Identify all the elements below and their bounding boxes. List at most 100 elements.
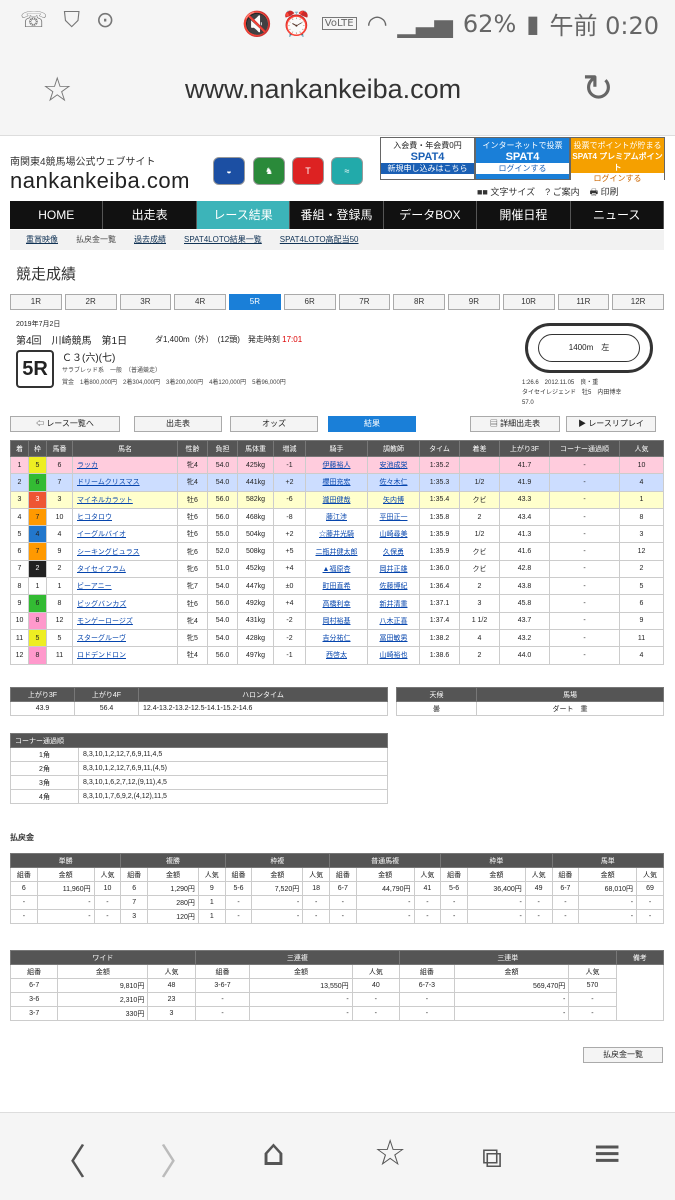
cell-jockey[interactable]: 櫻田充宏 xyxy=(305,473,368,492)
cell-jockey[interactable]: 吉分祐仁 xyxy=(305,628,368,648)
menu-icon[interactable]: ≡ xyxy=(592,1133,622,1174)
subnav-loto-results[interactable]: SPAT4LOTO結果一覧 xyxy=(184,230,262,250)
race-tab[interactable]: 3R xyxy=(119,294,172,310)
cell-horse-name[interactable]: シーキングビュラス xyxy=(72,542,178,561)
subnav-graded-video[interactable]: 重賞映像 xyxy=(26,230,58,250)
cell-trainer[interactable]: 岡井正雄 xyxy=(367,559,420,579)
cell-horse-name[interactable]: タイセイフラム xyxy=(72,559,178,579)
race-tab[interactable]: 6R xyxy=(283,294,336,310)
cell-trainer[interactable]: 山崎裕也 xyxy=(367,646,420,665)
mute-icon: 🔇 xyxy=(241,9,272,38)
race-tab[interactable]: 4R xyxy=(174,294,226,310)
spat4-signup-banner[interactable]: 入会費・年会費0円 SPAT4 新規申し込みはこちら xyxy=(380,137,475,180)
cell-trainer[interactable]: 冨田敏男 xyxy=(367,628,420,648)
subnav-loto-high[interactable]: SPAT4LOTO高配当50 xyxy=(280,230,359,250)
cell-trainer[interactable]: 安池成栄 xyxy=(367,455,420,475)
bookmark-add-icon[interactable]: ☆ xyxy=(374,1133,406,1174)
site-logo[interactable]: 南関東4競馬場公式ウェブサイト nankankeiba.com xyxy=(10,153,190,194)
cell-diff: -1 xyxy=(273,455,306,475)
odds-button[interactable]: オッズ xyxy=(230,416,318,432)
cell-trainer[interactable]: 佐藤博紀 xyxy=(367,577,420,596)
replay-button[interactable]: ▶ レースリプレイ xyxy=(566,416,656,432)
nav-entries[interactable]: 出走表 xyxy=(103,201,197,229)
race-info: 2019年7月2日 第4回 川崎競馬 第1日 ダ1,400m（外） (12頭) … xyxy=(10,315,664,410)
payout-cell: - xyxy=(551,895,580,910)
detail-entry-button[interactable]: ▤ 詳細出走表 xyxy=(470,416,560,432)
funabashi-racecourse-icon[interactable]: T xyxy=(292,157,324,185)
cell-jockey[interactable]: 伊藤裕人 xyxy=(305,455,368,475)
nav-home[interactable]: HOME xyxy=(10,201,104,229)
cell-horse-name[interactable]: ヒコタロウ xyxy=(72,507,178,527)
print-link[interactable]: 🖶 印刷 xyxy=(590,185,619,201)
race-tab[interactable]: 8R xyxy=(393,294,445,310)
cell-trainer[interactable]: 平田正一 xyxy=(367,507,420,527)
race-tab[interactable]: 12R xyxy=(612,294,664,310)
cell-waku: 3 xyxy=(28,490,47,509)
cell-trainer[interactable]: 新井清重 xyxy=(367,594,420,613)
cell-jockey[interactable]: ▲福原杏 xyxy=(305,559,368,579)
cell-horse-name[interactable]: スターグルーヴ xyxy=(72,628,178,648)
race-tab[interactable]: 1R xyxy=(10,294,62,310)
cell-trainer[interactable]: 佐々木仁 xyxy=(367,473,420,492)
cell-jockey[interactable]: 高橋利幸 xyxy=(305,594,368,613)
payout-cell: - xyxy=(466,895,526,910)
entry-button[interactable]: 出走表 xyxy=(134,416,222,432)
kawasaki-racecourse-icon[interactable]: ≈ xyxy=(331,157,363,185)
tabs-icon[interactable]: ⧉ xyxy=(482,1141,502,1175)
cell-jockey[interactable]: 岡村裕基 xyxy=(305,611,368,630)
font-size-link[interactable]: ■■ 文字サイズ xyxy=(477,185,535,201)
forward-icon[interactable]: 〉 xyxy=(160,1133,196,1185)
web-page: 南関東4競馬場公式ウェブサイト nankankeiba.com ◒ ♞ T ≈ … xyxy=(0,137,675,1112)
nav-schedule[interactable]: 開催日程 xyxy=(477,201,571,229)
cell-horse-name[interactable]: ビッグバンカズ xyxy=(72,594,178,613)
race-tab-active[interactable]: 5R xyxy=(229,294,281,310)
cell-horse-name[interactable]: ドリームクリスマス xyxy=(72,473,178,492)
spat4-point-banner[interactable]: 投票でポイントが貯まる SPAT4 プレミアムポイント ログインする xyxy=(570,137,665,184)
cell-jockey[interactable]: ☆藤井光騎 xyxy=(305,525,368,544)
race-tab[interactable]: 7R xyxy=(338,294,391,310)
cell-horse-name[interactable]: ロドデンドロン xyxy=(72,646,178,665)
cell-trainer[interactable]: 八木正喜 xyxy=(367,611,420,630)
race-tab[interactable]: 10R xyxy=(502,294,555,310)
race-tab[interactable]: 11R xyxy=(557,294,610,310)
cell-jockey[interactable]: 西啓太 xyxy=(305,646,368,665)
oi-racecourse-icon[interactable]: ◒ xyxy=(213,157,245,185)
cell-horse-name[interactable]: イーグルバイオ xyxy=(72,525,178,544)
urawa-racecourse-icon[interactable]: ♞ xyxy=(253,157,285,185)
payout-cell: 9 xyxy=(197,881,226,896)
cell-jockey[interactable]: 町田直希 xyxy=(305,577,368,596)
payout-group: 普通馬複 xyxy=(328,853,442,868)
cell-trainer[interactable]: 矢内博 xyxy=(367,490,420,509)
reload-icon[interactable]: ↻ xyxy=(582,66,614,110)
spat4-login-banner[interactable]: インターネットで投票 SPAT4 ログインする xyxy=(475,137,570,180)
home-icon[interactable]: ⌂ xyxy=(262,1133,285,1174)
guide-link[interactable]: ? ご案内 xyxy=(545,185,580,201)
nav-programs[interactable]: 番組・登録馬 xyxy=(290,201,384,229)
cell-jockey[interactable]: 瀧田健哉 xyxy=(305,490,368,509)
cell-sex-age: 牝6 xyxy=(177,542,208,561)
cell-trainer[interactable]: 山崎尋美 xyxy=(367,525,420,544)
cell-jockey[interactable]: 二瓶井健太郎 xyxy=(305,542,368,561)
race-tab[interactable]: 2R xyxy=(64,294,117,310)
cell-jockey[interactable]: 藤江渉 xyxy=(305,507,368,527)
back-to-list-button[interactable]: ⇦ レース一覧へ xyxy=(10,416,120,432)
cell-trainer[interactable]: 久保勇 xyxy=(367,542,420,561)
payout-list-button[interactable]: 払戻金一覧 xyxy=(583,1047,663,1063)
cell-horse-name[interactable]: モンゲーロージズ xyxy=(72,611,178,630)
bookmark-star-icon[interactable]: ☆ xyxy=(42,70,72,110)
cell-horse-name[interactable]: ラッカ xyxy=(72,455,178,475)
cell-margin: 2 xyxy=(459,646,500,665)
result-button[interactable]: 結果 xyxy=(328,416,416,432)
url-text[interactable]: www.nankankeiba.com xyxy=(185,74,461,105)
race-tab[interactable]: 9R xyxy=(448,294,500,310)
cell-horse-name[interactable]: マイネルカラット xyxy=(72,490,178,509)
subnav-payout-list[interactable]: 払戻金一覧 xyxy=(76,230,116,250)
payout-subheader: 組番 xyxy=(399,964,455,979)
nav-news[interactable]: ニュース xyxy=(571,201,664,229)
nav-results[interactable]: レース結果 xyxy=(196,201,291,229)
nav-databox[interactable]: データBOX xyxy=(384,201,478,229)
back-icon[interactable]: 〈 xyxy=(50,1133,86,1185)
subnav-past-results[interactable]: 過去成績 xyxy=(134,230,166,250)
cell-horse-name[interactable]: ビーアニー xyxy=(72,577,178,596)
payout-subheader: 組番 xyxy=(194,964,251,979)
